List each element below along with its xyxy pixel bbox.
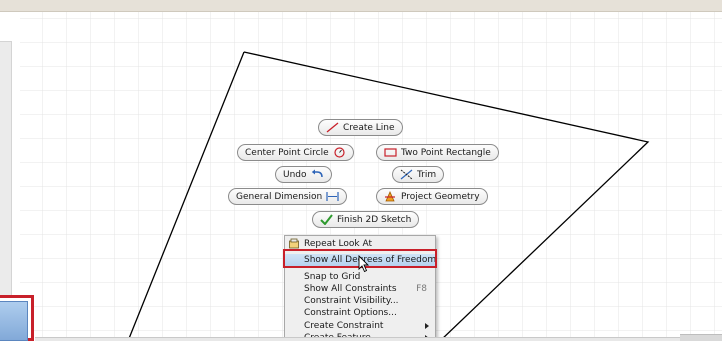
center-point-circle-label: Center Point Circle <box>245 147 329 158</box>
checkmark-icon <box>320 214 333 225</box>
undo-label: Undo <box>283 169 307 180</box>
status-bar-edge <box>35 337 722 341</box>
dimension-icon <box>326 191 339 202</box>
submenu-arrow-icon <box>425 323 429 329</box>
center-point-circle-button[interactable]: Center Point Circle <box>237 144 354 161</box>
finish-2d-sketch-button[interactable]: Finish 2D Sketch <box>312 211 420 228</box>
menu-item-create-constraint[interactable]: Create Constraint <box>285 320 435 332</box>
create-line-button[interactable]: Create Line <box>318 119 403 136</box>
general-dimension-button[interactable]: General Dimension <box>228 188 348 205</box>
view-control-edge <box>680 334 722 341</box>
create-line-label: Create Line <box>343 122 395 133</box>
menu-item-constraint-options[interactable]: Constraint Options... <box>285 307 435 319</box>
ribbon-bottom-edge <box>0 0 722 12</box>
rectangle-icon <box>384 147 397 158</box>
project-geometry-label: Project Geometry <box>401 191 480 202</box>
shortcut-label: F8 <box>416 284 427 294</box>
line-icon <box>326 122 339 133</box>
menu-item-label: Create Constraint <box>304 321 384 331</box>
menu-item-label: Repeat Look At <box>304 239 373 249</box>
undo-icon <box>311 169 324 180</box>
menu-item-show-all-constraints[interactable]: Show All Constraints F8 <box>285 283 435 295</box>
model-browser-header <box>0 12 12 42</box>
trim-button[interactable]: Trim <box>392 166 445 183</box>
project-geometry-button[interactable]: Project Geometry <box>376 188 488 205</box>
menu-item-label: Constraint Options... <box>304 308 397 318</box>
menu-item-label: Show All Constraints <box>304 284 397 294</box>
highlighted-panel-annotation <box>0 295 34 341</box>
menu-item-constraint-visibility[interactable]: Constraint Visibility... <box>285 295 435 307</box>
two-point-rectangle-label: Two Point Rectangle <box>401 147 491 158</box>
circle-icon <box>333 147 346 158</box>
project-geometry-icon <box>384 191 397 202</box>
trim-icon <box>400 169 413 180</box>
highlighted-panel-button[interactable] <box>0 301 28 341</box>
undo-button[interactable]: Undo <box>275 166 332 183</box>
trim-label: Trim <box>417 169 437 180</box>
menu-item-label: Constraint Visibility... <box>304 296 399 306</box>
two-point-rectangle-button[interactable]: Two Point Rectangle <box>376 144 499 161</box>
mouse-pointer-icon <box>358 255 370 273</box>
general-dimension-label: General Dimension <box>236 191 323 202</box>
menu-item-label: Snap to Grid <box>304 272 361 282</box>
finish-2d-sketch-label: Finish 2D Sketch <box>337 214 412 225</box>
model-browser-panel <box>0 12 12 304</box>
